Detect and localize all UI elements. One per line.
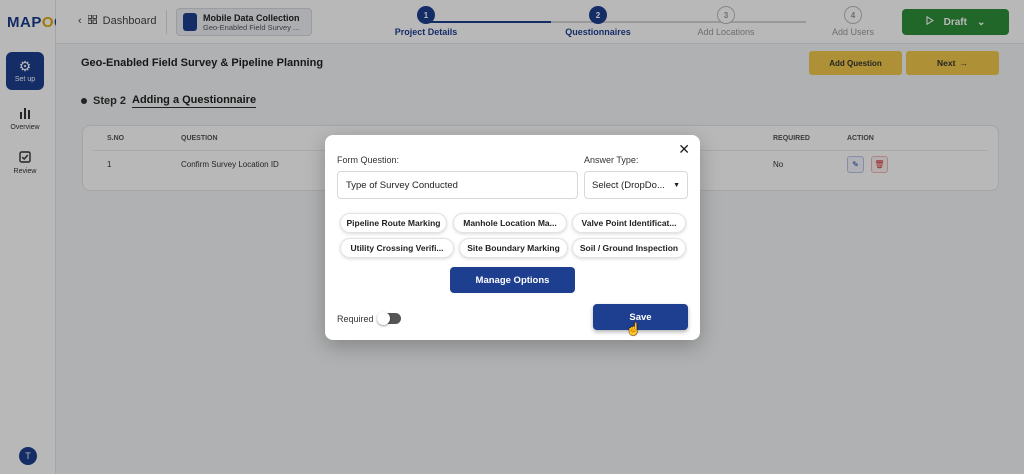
answer-type-select[interactable]: Select (DropDo... ▼ [584, 171, 688, 199]
option-chip[interactable]: Soil / Ground Inspection [572, 238, 686, 258]
answer-type-value: Select (DropDo... [592, 179, 665, 191]
answer-type-label: Answer Type: [584, 155, 639, 165]
option-chip[interactable]: Utility Crossing Verifi... [340, 238, 454, 258]
form-question-label: Form Question: [337, 155, 400, 165]
manage-options-button[interactable]: Manage Options [450, 267, 575, 293]
option-chip[interactable]: Valve Point Identificat... [572, 213, 686, 233]
hand-cursor-icon: ☝ [626, 322, 641, 336]
form-question-input[interactable] [337, 171, 578, 199]
toggle-knob [377, 312, 390, 325]
caret-down-icon: ▼ [673, 181, 680, 189]
option-chip[interactable]: Manhole Location Ma... [453, 213, 567, 233]
question-modal: Form Question: Answer Type: ✕ Select (Dr… [325, 135, 700, 340]
required-label: Required [337, 314, 374, 324]
required-toggle[interactable] [377, 312, 401, 325]
option-chip[interactable]: Pipeline Route Marking [340, 213, 447, 233]
option-chip[interactable]: Site Boundary Marking [459, 238, 568, 258]
close-icon[interactable]: ✕ [678, 142, 690, 156]
